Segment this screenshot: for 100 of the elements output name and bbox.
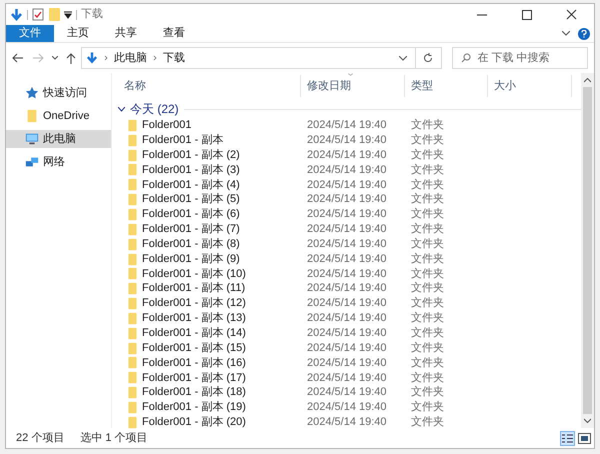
table-cell-text: 2024/5/14 19:40 <box>306 400 388 416</box>
back-arrow-icon[interactable] <box>12 53 23 63</box>
sidebar-item[interactable]: OneDrive <box>6 107 111 125</box>
help-icon[interactable] <box>578 28 590 40</box>
chevron-down-icon[interactable] <box>562 31 570 36</box>
file-name[interactable]: Folder001 - 副本 (16) <box>142 354 246 372</box>
ribbon-tab[interactable]: 文件 <box>6 25 54 42</box>
search-input[interactable]: 在 下载 中搜索 <box>478 50 583 66</box>
search-field[interactable]: 在 下载 中搜索 <box>452 47 588 69</box>
file-name[interactable]: Folder001 - 副本 (18) <box>142 384 246 401</box>
file-name[interactable]: Folder001 - 副本 (2) <box>142 146 240 164</box>
folder-icon <box>126 400 139 414</box>
folder-icon <box>126 267 139 280</box>
file-name[interactable]: Folder001 - 副本 (11) <box>142 280 246 297</box>
file-name[interactable]: Folder001 - 副本 <box>142 132 224 149</box>
file-name[interactable]: Folder001 - 副本 (14) <box>142 324 246 342</box>
scrollbar-thumb[interactable] <box>583 87 592 414</box>
file-name[interactable]: Folder001 - 副本 (3) <box>142 162 240 178</box>
table-cell-text: 文件夹 <box>410 148 445 163</box>
file-name[interactable]: Folder001 - 副本 (6) <box>142 206 240 223</box>
ribbon-tab[interactable]: 查看 <box>150 25 198 42</box>
download-arrow-icon <box>86 51 98 65</box>
chevron-down-icon[interactable] <box>118 106 125 112</box>
folder-icon <box>126 356 139 370</box>
computer-icon <box>25 132 39 146</box>
file-name[interactable]: Folder001 - 副本 (9) <box>142 250 240 268</box>
file-name[interactable]: Folder001 - 副本 (5) <box>142 191 240 208</box>
table-cell-text: 2024/5/14 19:40 <box>306 118 388 134</box>
folder-icon <box>126 208 139 221</box>
sort-caret-icon <box>346 71 355 78</box>
file-name[interactable]: Folder001 - 副本 (7) <box>142 221 240 238</box>
table-cell-text: 2024/5/14 19:40 <box>306 281 388 296</box>
folder-icon <box>126 371 139 384</box>
status-text: 22 个项目 <box>16 430 64 446</box>
column-header[interactable]: 大小 <box>488 75 572 97</box>
ribbon-tab[interactable]: 主页 <box>54 25 102 42</box>
table-cell-text: 文件夹 <box>410 118 445 134</box>
table-cell-text: 2024/5/14 19:40 <box>306 162 388 178</box>
file-name[interactable]: Folder001 - 副本 (10) <box>142 266 246 282</box>
folder-icon <box>126 148 139 162</box>
column-header[interactable]: 名称 <box>118 75 301 97</box>
table-cell-text: 2024/5/14 19:40 <box>306 326 388 341</box>
table-cell-text: 2024/5/14 19:40 <box>306 370 388 386</box>
table-cell-text: 文件夹 <box>410 266 445 282</box>
column-header[interactable]: 类型 <box>405 75 488 97</box>
folder-icon <box>126 193 139 206</box>
file-name[interactable]: Folder001 <box>142 117 192 134</box>
refresh-icon <box>423 53 434 63</box>
file-name[interactable]: Folder001 - 副本 (20) <box>142 414 246 431</box>
file-name[interactable]: Folder001 - 副本 (17) <box>142 370 246 386</box>
folder-icon <box>126 386 139 400</box>
dropdown-icon[interactable] <box>64 10 72 18</box>
table-cell-text: 2024/5/14 19:40 <box>306 148 388 163</box>
folder-icon <box>126 326 139 340</box>
table-cell-text: 2024/5/14 19:40 <box>306 296 388 312</box>
file-name[interactable]: Folder001 - 副本 (4) <box>142 176 240 194</box>
group-header[interactable]: 今天 (22) <box>130 100 179 118</box>
details-view-button[interactable] <box>560 430 575 446</box>
breadcrumb[interactable]: 此电脑 <box>114 50 147 66</box>
ribbon-tab[interactable]: 共享 <box>102 25 150 42</box>
table-cell-text: 文件夹 <box>410 178 445 192</box>
column-header[interactable]: 修改日期 <box>301 75 405 97</box>
sidebar-item[interactable]: 快速访问 <box>6 84 111 102</box>
folder-icon <box>126 252 139 266</box>
scroll-down-icon[interactable] <box>584 418 591 423</box>
table-cell-text: 文件夹 <box>410 384 445 400</box>
search-icon[interactable] <box>460 53 471 63</box>
refresh-button[interactable] <box>416 47 442 69</box>
folder-icon <box>126 342 139 355</box>
file-name[interactable]: Folder001 - 副本 (19) <box>142 399 246 416</box>
folder-icon <box>126 238 139 251</box>
scroll-up-icon[interactable] <box>584 78 591 83</box>
download-arrow-icon[interactable] <box>10 8 23 22</box>
table-cell-text: 2024/5/14 19:40 <box>306 266 388 282</box>
table-cell-text: 文件夹 <box>410 356 445 371</box>
properties-icon[interactable] <box>32 8 44 21</box>
folder-icon <box>126 163 139 176</box>
folder-icon <box>126 118 139 132</box>
file-name[interactable]: Folder001 - 副本 (13) <box>142 310 246 327</box>
chevron-down-icon[interactable] <box>398 56 407 60</box>
sidebar-item[interactable]: 网络 <box>6 153 111 171</box>
file-name[interactable]: Folder001 - 副本 (12) <box>142 295 246 312</box>
file-name[interactable]: Folder001 - 副本 (8) <box>142 236 240 252</box>
breadcrumb[interactable]: 下载 <box>162 50 185 66</box>
file-name[interactable]: Folder001 - 副本 (15) <box>142 340 246 356</box>
large-icons-view-icon[interactable] <box>578 432 591 444</box>
network-icon <box>25 155 39 169</box>
table-cell-text: 文件夹 <box>410 296 445 312</box>
table-cell-text: 文件夹 <box>410 132 445 148</box>
table-cell-text: 文件夹 <box>410 370 445 386</box>
address-bar[interactable]: 此电脑 下载 <box>80 47 416 69</box>
table-cell-text: 2024/5/14 19:40 <box>306 340 388 356</box>
chevron-down-icon[interactable] <box>52 56 58 60</box>
table-cell-text: 文件夹 <box>410 280 445 296</box>
sidebar-item[interactable]: 此电脑 <box>6 130 111 148</box>
table-cell-text: 文件夹 <box>410 236 445 252</box>
up-arrow-icon[interactable] <box>66 52 76 64</box>
table-cell-text: 文件夹 <box>410 252 445 267</box>
folder-icon <box>126 222 139 236</box>
star-icon <box>25 86 39 100</box>
